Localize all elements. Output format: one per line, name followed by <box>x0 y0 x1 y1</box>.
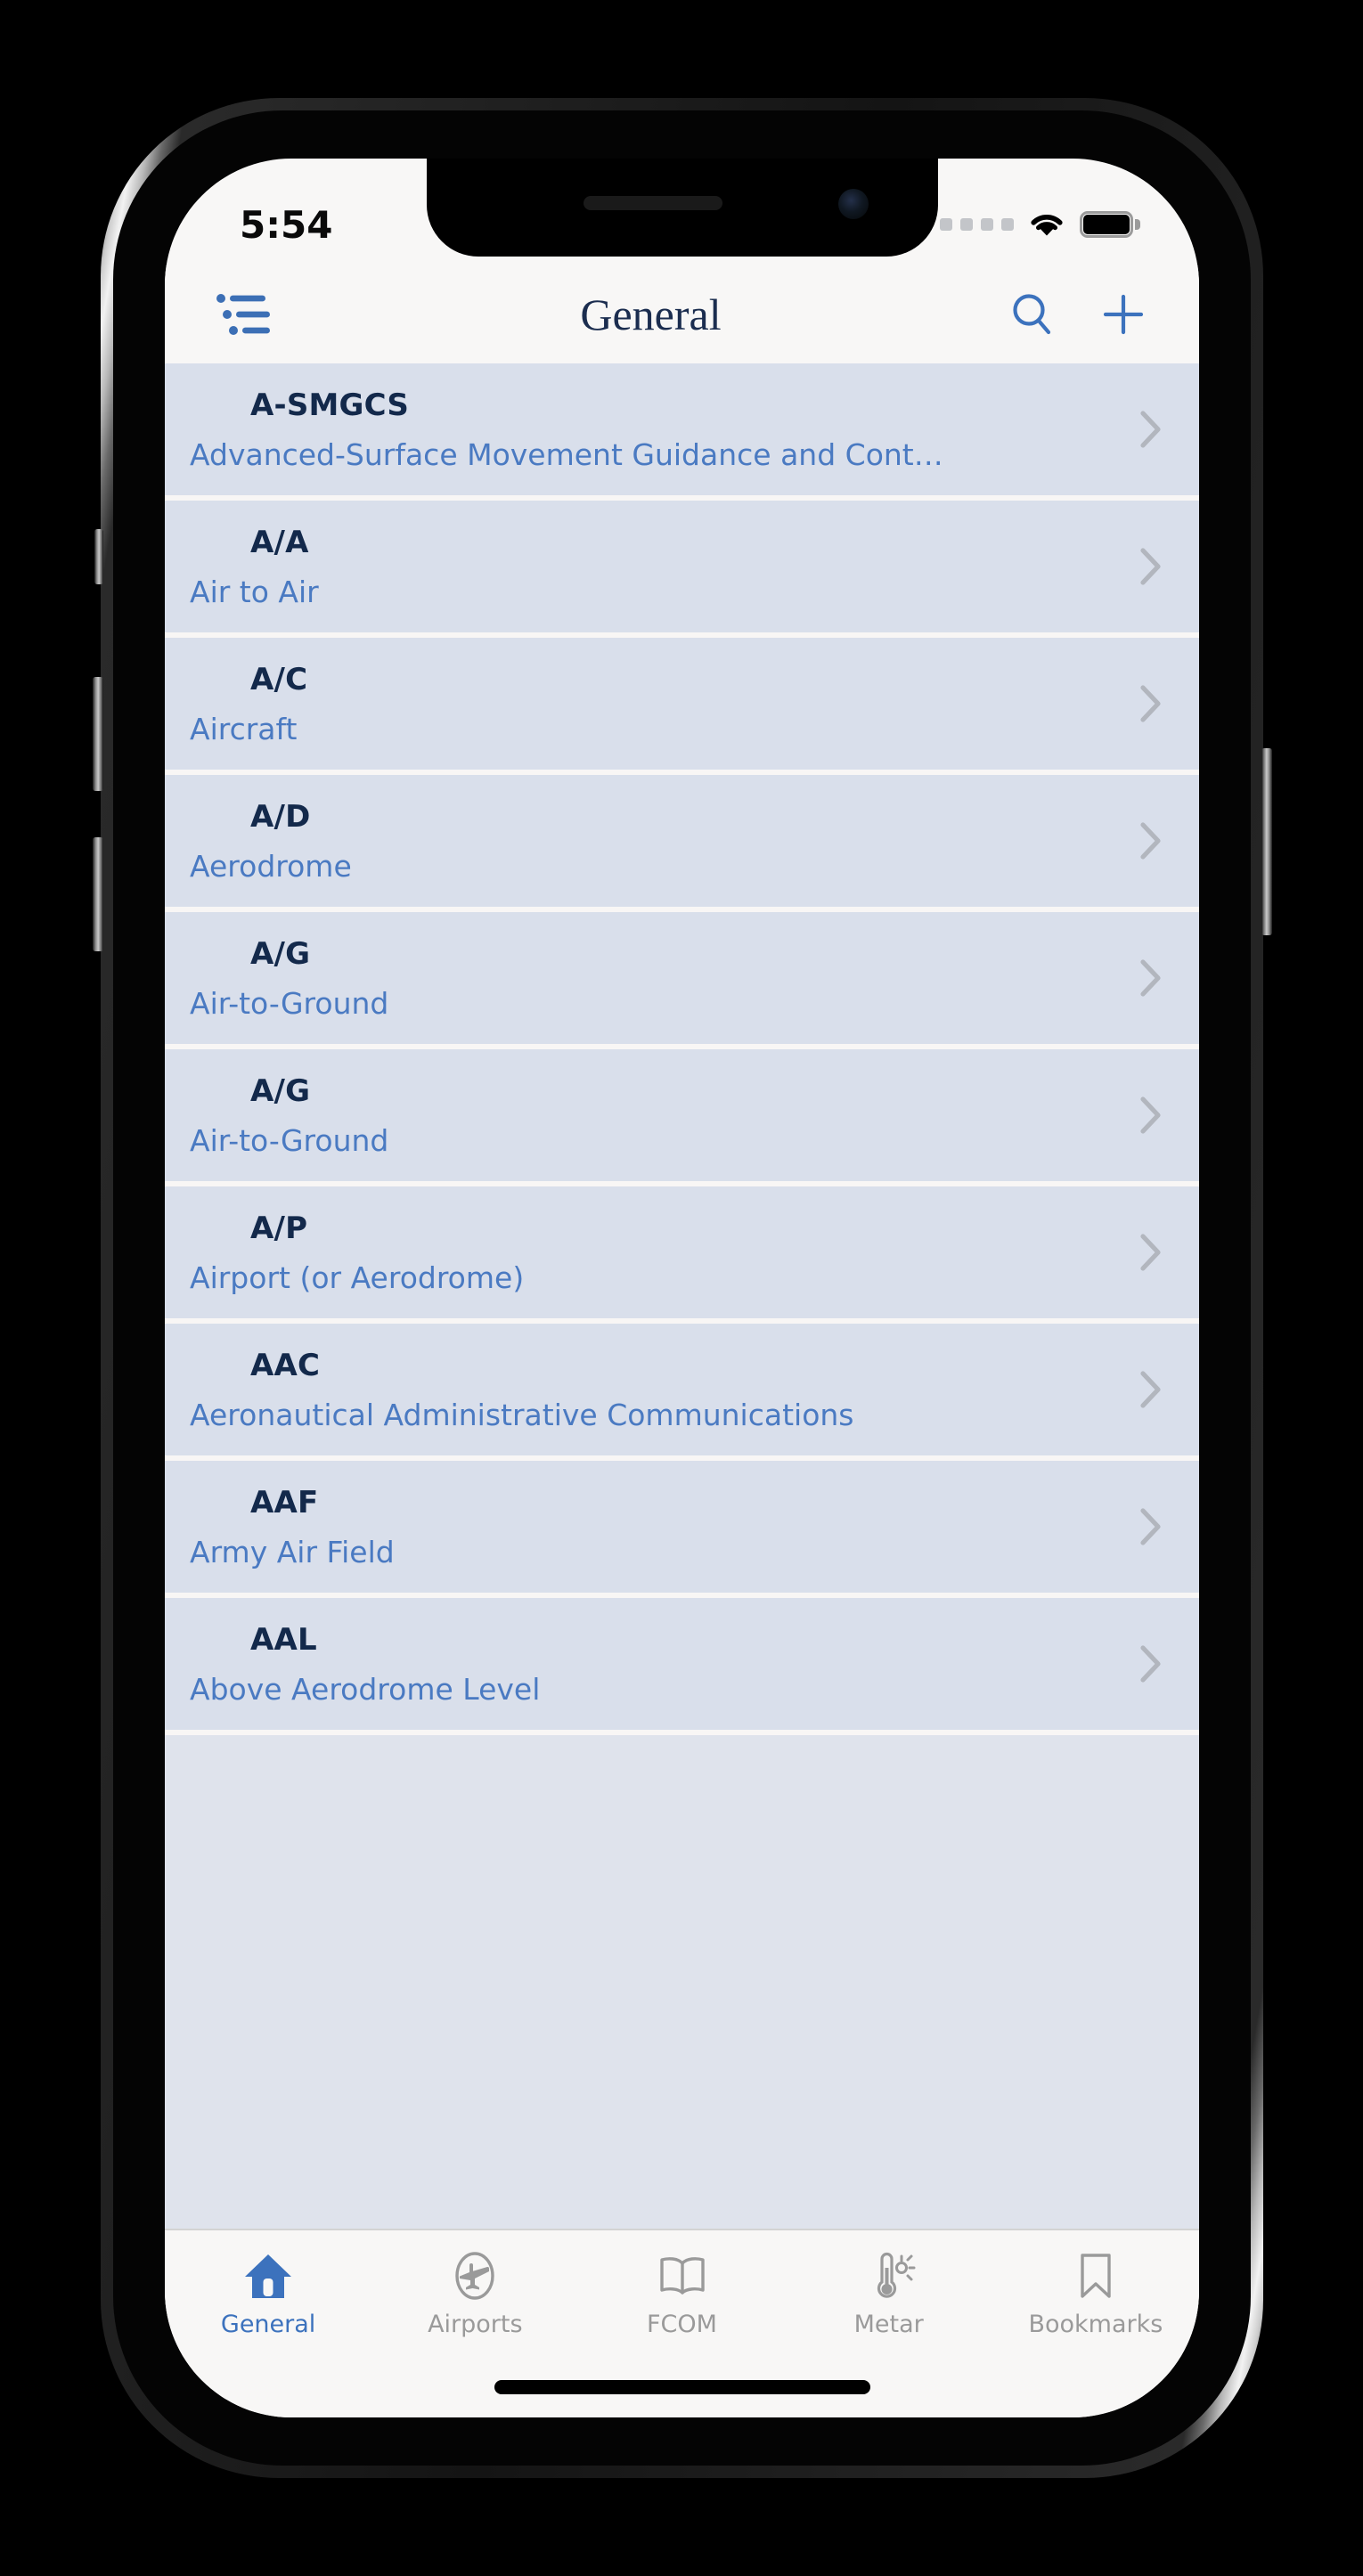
list-item[interactable]: AAC Aeronautical Administrative Communic… <box>165 1324 1199 1461</box>
volume-up-button[interactable] <box>93 677 103 791</box>
list-item-description: Air-to-Ground <box>190 986 389 1021</box>
cellular-dots-icon <box>940 218 1014 231</box>
chevron-right-icon <box>1140 411 1161 448</box>
list-item[interactable]: A/C Aircraft <box>165 638 1199 775</box>
list-item-description: Above Aerodrome Level <box>190 1672 541 1707</box>
list-item-abbreviation: AAC <box>250 1348 321 1383</box>
bookmark-icon <box>1081 2254 1111 2298</box>
mute-switch-button[interactable] <box>94 529 103 584</box>
thermometer-sun-icon <box>877 2252 916 2298</box>
tab-general[interactable]: General <box>165 2248 371 2338</box>
list-item[interactable]: A/G Air-to-Ground <box>165 1049 1199 1186</box>
nav-right-group <box>951 290 1147 338</box>
list-item-abbreviation: A/P <box>250 1211 308 1246</box>
list-item-abbreviation: AAF <box>250 1485 319 1520</box>
plus-icon[interactable] <box>1099 290 1147 338</box>
list-item-abbreviation: A/G <box>250 936 311 972</box>
list-item[interactable]: A/G Air-to-Ground <box>165 912 1199 1049</box>
list-item-abbreviation: A/A <box>250 525 309 560</box>
list-item[interactable]: AAL Above Aerodrome Level <box>165 1598 1199 1735</box>
book-icon <box>659 2257 705 2295</box>
tab-label: Bookmarks <box>1028 2311 1163 2338</box>
list-item-description: Air-to-Ground <box>190 1123 389 1158</box>
status-bar-indicators <box>940 210 1140 239</box>
search-icon[interactable] <box>1008 290 1057 338</box>
front-camera <box>837 189 869 219</box>
list-item-abbreviation: A/G <box>250 1073 311 1109</box>
list-item-abbreviation: A/D <box>250 799 311 835</box>
nav-left-group <box>216 289 350 339</box>
list-item[interactable]: AAF Army Air Field <box>165 1461 1199 1598</box>
list-item-description: Airport (or Aerodrome) <box>190 1260 525 1295</box>
tab-metar[interactable]: Metar <box>786 2248 992 2338</box>
chevron-right-icon <box>1140 548 1161 585</box>
list-item-description: Aerodrome <box>190 849 352 884</box>
power-button[interactable] <box>1261 748 1272 935</box>
chevron-right-icon <box>1140 1234 1161 1271</box>
airplane-icon <box>455 2252 494 2300</box>
home-indicator[interactable] <box>494 2380 870 2394</box>
list-item-description: Advanced-Surface Movement Guidance and C… <box>190 437 943 472</box>
chevron-right-icon <box>1140 822 1161 860</box>
list-item[interactable]: A/D Aerodrome <box>165 775 1199 912</box>
list-menu-icon[interactable] <box>216 289 270 339</box>
tab-label: Airports <box>428 2311 523 2338</box>
list-item-abbreviation: A-SMGCS <box>250 387 410 423</box>
list-item-abbreviation: AAL <box>250 1622 317 1658</box>
home-icon <box>245 2254 292 2298</box>
chevron-right-icon <box>1140 1645 1161 1683</box>
tab-label: FCOM <box>647 2311 717 2338</box>
tab-label: Metar <box>853 2311 924 2338</box>
list-item[interactable]: A/A Air to Air <box>165 501 1199 638</box>
tab-fcom[interactable]: FCOM <box>578 2248 785 2338</box>
page-title: General <box>580 289 722 339</box>
battery-full-icon <box>1080 211 1140 238</box>
chevron-right-icon <box>1140 685 1161 722</box>
list-item[interactable]: A-SMGCS Advanced-Surface Movement Guidan… <box>165 363 1199 501</box>
navigation-bar: General <box>165 265 1199 363</box>
notch <box>426 159 938 257</box>
screenshot-root: 5:54 General A-SMGCS Advanced-Surface Mo… <box>0 0 1363 2576</box>
chevron-right-icon <box>1140 959 1161 997</box>
list-item-description: Air to Air <box>190 575 319 609</box>
list-item-abbreviation: A/C <box>250 662 308 697</box>
tab-bookmarks[interactable]: Bookmarks <box>992 2248 1199 2338</box>
list-item-description: Army Air Field <box>190 1535 395 1569</box>
volume-down-button[interactable] <box>93 837 103 951</box>
glossary-list[interactable]: A-SMGCS Advanced-Surface Movement Guidan… <box>165 363 1199 2229</box>
tab-airports[interactable]: Airports <box>371 2248 578 2338</box>
earpiece-speaker <box>583 196 722 210</box>
chevron-right-icon <box>1140 1508 1161 1545</box>
list-item[interactable]: A/P Airport (or Aerodrome) <box>165 1186 1199 1324</box>
tab-label: General <box>220 2311 316 2338</box>
chevron-right-icon <box>1140 1371 1161 1408</box>
chevron-right-icon <box>1140 1096 1161 1134</box>
wifi-icon <box>1031 215 1063 236</box>
phone-screen: 5:54 General A-SMGCS Advanced-Surface Mo… <box>165 159 1199 2417</box>
list-item-description: Aircraft <box>190 712 298 746</box>
status-bar-time: 5:54 <box>240 202 333 247</box>
list-item-description: Aeronautical Administrative Communicatio… <box>190 1398 854 1432</box>
